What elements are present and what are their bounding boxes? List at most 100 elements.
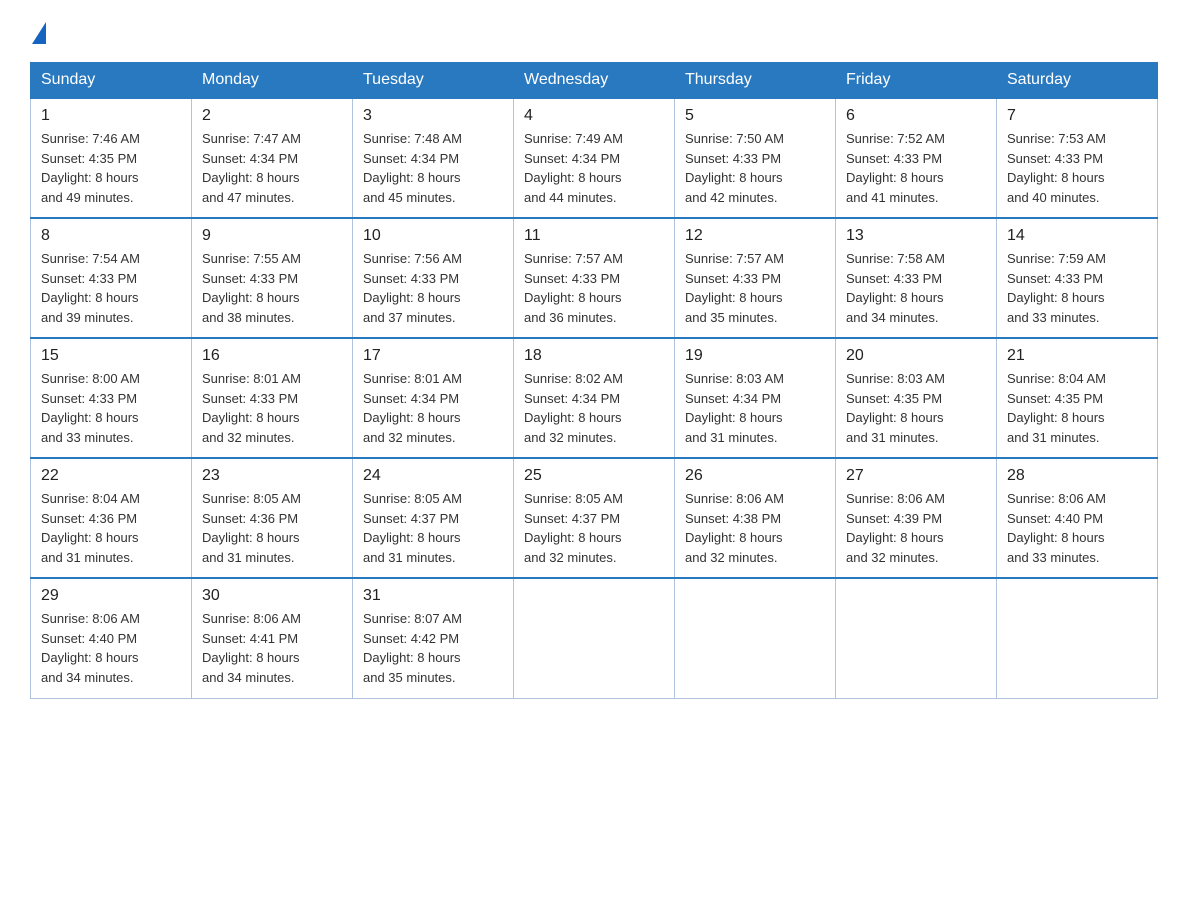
calendar-cell: 6 Sunrise: 7:52 AMSunset: 4:33 PMDaylight… — [836, 98, 997, 218]
calendar-cell: 19 Sunrise: 8:03 AMSunset: 4:34 PMDayligh… — [675, 338, 836, 458]
calendar-week-row: 15 Sunrise: 8:00 AMSunset: 4:33 PMDayligh… — [31, 338, 1158, 458]
calendar-cell: 26 Sunrise: 8:06 AMSunset: 4:38 PMDayligh… — [675, 458, 836, 578]
calendar-week-row: 8Sunrise: 7:54 AMSunset: 4:33 PMDaylight… — [31, 218, 1158, 338]
day-info: Sunrise: 8:07 AMSunset: 4:42 PMDaylight:… — [363, 609, 503, 687]
day-number: 1 — [41, 107, 181, 125]
day-info: Sunrise: 8:04 AMSunset: 4:35 PMDaylight:… — [1007, 369, 1147, 447]
day-number: 19 — [685, 347, 825, 365]
calendar-header: SundayMondayTuesdayWednesdayThursdayFrid… — [31, 63, 1158, 99]
day-info: Sunrise: 8:06 AMSunset: 4:40 PMDaylight:… — [41, 609, 181, 687]
day-number: 4 — [524, 107, 664, 125]
day-info: Sunrise: 8:03 AMSunset: 4:34 PMDaylight:… — [685, 369, 825, 447]
calendar-cell — [997, 578, 1158, 698]
day-number: 30 — [202, 587, 342, 605]
calendar-cell: 16Sunrise: 8:01 AMSunset: 4:33 PMDayligh… — [192, 338, 353, 458]
day-info: Sunrise: 7:48 AMSunset: 4:34 PMDaylight:… — [363, 129, 503, 207]
day-info: Sunrise: 7:55 AMSunset: 4:33 PMDaylight:… — [202, 249, 342, 327]
weekday-header-friday: Friday — [836, 63, 997, 99]
day-number: 15 — [41, 347, 181, 365]
calendar-cell: 8Sunrise: 7:54 AMSunset: 4:33 PMDaylight… — [31, 218, 192, 338]
logo-triangle-icon — [32, 22, 46, 44]
day-info: Sunrise: 7:53 AMSunset: 4:33 PMDaylight:… — [1007, 129, 1147, 207]
calendar-cell: 2 Sunrise: 7:47 AMSunset: 4:34 PMDaylight… — [192, 98, 353, 218]
calendar-cell: 21 Sunrise: 8:04 AMSunset: 4:35 PMDayligh… — [997, 338, 1158, 458]
calendar-cell: 12Sunrise: 7:57 AMSunset: 4:33 PMDayligh… — [675, 218, 836, 338]
day-number: 24 — [363, 467, 503, 485]
day-number: 22 — [41, 467, 181, 485]
day-number: 13 — [846, 227, 986, 245]
calendar-cell: 27Sunrise: 8:06 AMSunset: 4:39 PMDayligh… — [836, 458, 997, 578]
calendar-cell: 15 Sunrise: 8:00 AMSunset: 4:33 PMDayligh… — [31, 338, 192, 458]
calendar-cell: 31 Sunrise: 8:07 AMSunset: 4:42 PMDayligh… — [353, 578, 514, 698]
calendar-cell: 17Sunrise: 8:01 AMSunset: 4:34 PMDayligh… — [353, 338, 514, 458]
day-number: 3 — [363, 107, 503, 125]
day-number: 17 — [363, 347, 503, 365]
calendar-cell: 30 Sunrise: 8:06 AMSunset: 4:41 PMDayligh… — [192, 578, 353, 698]
calendar-cell — [675, 578, 836, 698]
page-header — [30, 20, 1158, 42]
day-info: Sunrise: 7:56 AMSunset: 4:33 PMDaylight:… — [363, 249, 503, 327]
day-info: Sunrise: 8:06 AMSunset: 4:41 PMDaylight:… — [202, 609, 342, 687]
day-info: Sunrise: 7:52 AMSunset: 4:33 PMDaylight:… — [846, 129, 986, 207]
calendar-body: 1 Sunrise: 7:46 AMSunset: 4:35 PMDaylight… — [31, 98, 1158, 698]
day-info: Sunrise: 8:03 AMSunset: 4:35 PMDaylight:… — [846, 369, 986, 447]
day-number: 27 — [846, 467, 986, 485]
calendar-cell: 3 Sunrise: 7:48 AMSunset: 4:34 PMDaylight… — [353, 98, 514, 218]
day-number: 8 — [41, 227, 181, 245]
day-info: Sunrise: 8:01 AMSunset: 4:33 PMDaylight:… — [202, 369, 342, 447]
weekday-header-sunday: Sunday — [31, 63, 192, 99]
day-info: Sunrise: 8:05 AMSunset: 4:37 PMDaylight:… — [524, 489, 664, 567]
weekday-header-wednesday: Wednesday — [514, 63, 675, 99]
calendar-cell: 18Sunrise: 8:02 AMSunset: 4:34 PMDayligh… — [514, 338, 675, 458]
calendar-cell: 20 Sunrise: 8:03 AMSunset: 4:35 PMDayligh… — [836, 338, 997, 458]
day-number: 28 — [1007, 467, 1147, 485]
calendar-cell: 11Sunrise: 7:57 AMSunset: 4:33 PMDayligh… — [514, 218, 675, 338]
calendar-cell: 22Sunrise: 8:04 AMSunset: 4:36 PMDayligh… — [31, 458, 192, 578]
calendar-cell — [836, 578, 997, 698]
day-number: 29 — [41, 587, 181, 605]
day-number: 18 — [524, 347, 664, 365]
day-info: Sunrise: 7:47 AMSunset: 4:34 PMDaylight:… — [202, 129, 342, 207]
day-number: 21 — [1007, 347, 1147, 365]
day-info: Sunrise: 8:05 AMSunset: 4:36 PMDaylight:… — [202, 489, 342, 567]
day-info: Sunrise: 7:57 AMSunset: 4:33 PMDaylight:… — [685, 249, 825, 327]
calendar-cell: 28 Sunrise: 8:06 AMSunset: 4:40 PMDayligh… — [997, 458, 1158, 578]
day-number: 5 — [685, 107, 825, 125]
day-info: Sunrise: 7:58 AMSunset: 4:33 PMDaylight:… — [846, 249, 986, 327]
day-info: Sunrise: 8:00 AMSunset: 4:33 PMDaylight:… — [41, 369, 181, 447]
day-number: 23 — [202, 467, 342, 485]
calendar-cell: 25 Sunrise: 8:05 AMSunset: 4:37 PMDayligh… — [514, 458, 675, 578]
day-info: Sunrise: 8:05 AMSunset: 4:37 PMDaylight:… — [363, 489, 503, 567]
calendar-cell: 9 Sunrise: 7:55 AMSunset: 4:33 PMDaylight… — [192, 218, 353, 338]
day-number: 20 — [846, 347, 986, 365]
day-number: 9 — [202, 227, 342, 245]
day-info: Sunrise: 8:06 AMSunset: 4:40 PMDaylight:… — [1007, 489, 1147, 567]
calendar-cell: 14Sunrise: 7:59 AMSunset: 4:33 PMDayligh… — [997, 218, 1158, 338]
day-number: 10 — [363, 227, 503, 245]
calendar-week-row: 1 Sunrise: 7:46 AMSunset: 4:35 PMDaylight… — [31, 98, 1158, 218]
calendar-cell: 23 Sunrise: 8:05 AMSunset: 4:36 PMDayligh… — [192, 458, 353, 578]
calendar-cell: 29 Sunrise: 8:06 AMSunset: 4:40 PMDayligh… — [31, 578, 192, 698]
weekday-header-tuesday: Tuesday — [353, 63, 514, 99]
calendar-cell: 7 Sunrise: 7:53 AMSunset: 4:33 PMDaylight… — [997, 98, 1158, 218]
weekday-header-monday: Monday — [192, 63, 353, 99]
day-info: Sunrise: 7:46 AMSunset: 4:35 PMDaylight:… — [41, 129, 181, 207]
calendar-cell — [514, 578, 675, 698]
logo-text — [30, 20, 46, 44]
logo — [30, 20, 46, 42]
day-number: 31 — [363, 587, 503, 605]
day-number: 7 — [1007, 107, 1147, 125]
day-number: 2 — [202, 107, 342, 125]
weekday-header-thursday: Thursday — [675, 63, 836, 99]
day-info: Sunrise: 8:06 AMSunset: 4:38 PMDaylight:… — [685, 489, 825, 567]
day-info: Sunrise: 7:50 AMSunset: 4:33 PMDaylight:… — [685, 129, 825, 207]
calendar-cell: 24 Sunrise: 8:05 AMSunset: 4:37 PMDayligh… — [353, 458, 514, 578]
day-number: 6 — [846, 107, 986, 125]
calendar-cell: 1 Sunrise: 7:46 AMSunset: 4:35 PMDaylight… — [31, 98, 192, 218]
calendar-table: SundayMondayTuesdayWednesdayThursdayFrid… — [30, 62, 1158, 699]
weekday-row: SundayMondayTuesdayWednesdayThursdayFrid… — [31, 63, 1158, 99]
day-number: 26 — [685, 467, 825, 485]
day-info: Sunrise: 7:57 AMSunset: 4:33 PMDaylight:… — [524, 249, 664, 327]
day-number: 25 — [524, 467, 664, 485]
calendar-week-row: 29 Sunrise: 8:06 AMSunset: 4:40 PMDayligh… — [31, 578, 1158, 698]
